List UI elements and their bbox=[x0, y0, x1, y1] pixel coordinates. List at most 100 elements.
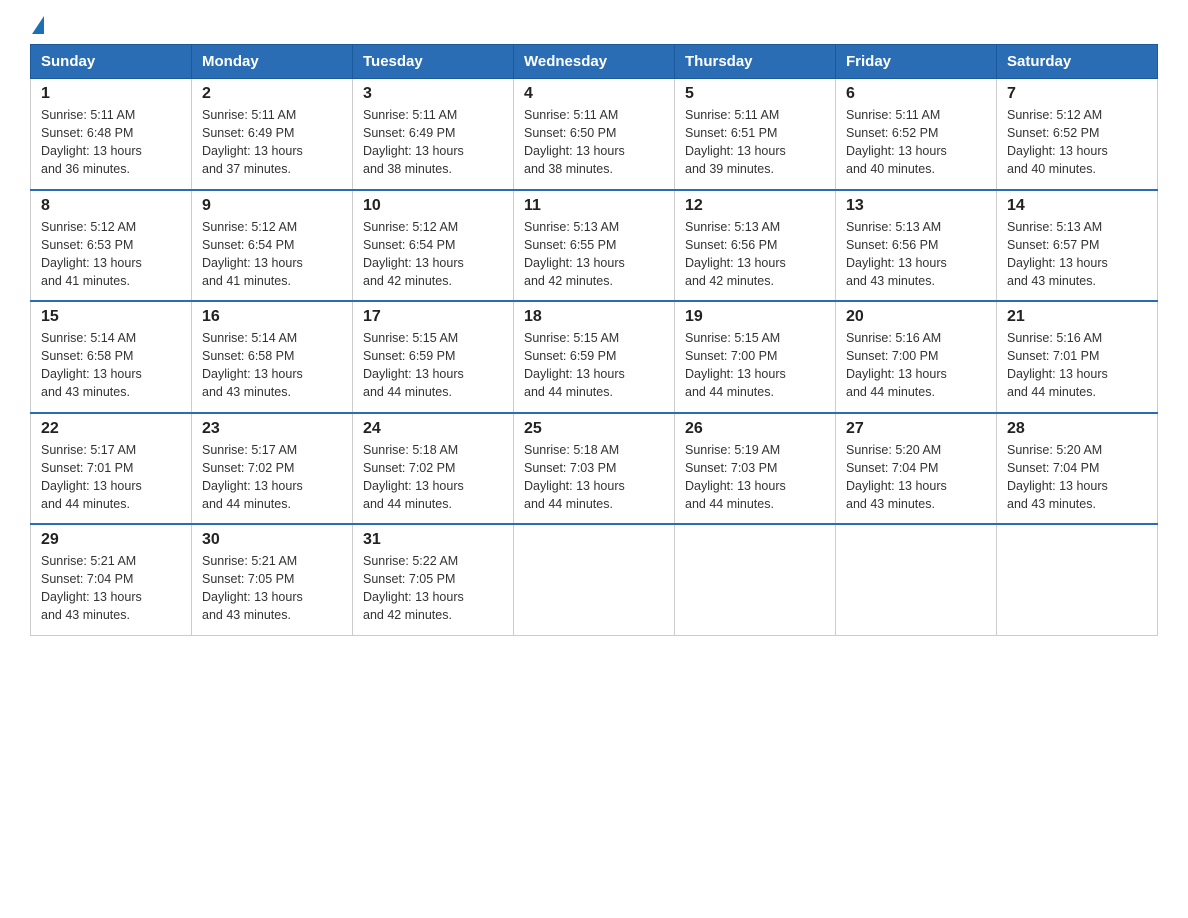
day-info: Sunrise: 5:13 AMSunset: 6:57 PMDaylight:… bbox=[1007, 218, 1147, 291]
calendar-cell: 29 Sunrise: 5:21 AMSunset: 7:04 PMDayligh… bbox=[31, 524, 192, 635]
day-number: 7 bbox=[1007, 85, 1147, 103]
calendar-cell: 2 Sunrise: 5:11 AMSunset: 6:49 PMDaylight… bbox=[192, 79, 353, 190]
weekday-header-sunday: Sunday bbox=[31, 45, 192, 79]
day-info: Sunrise: 5:21 AMSunset: 7:04 PMDaylight:… bbox=[41, 552, 181, 625]
day-number: 20 bbox=[846, 308, 986, 326]
calendar-cell: 26 Sunrise: 5:19 AMSunset: 7:03 PMDayligh… bbox=[675, 413, 836, 525]
day-number: 16 bbox=[202, 308, 342, 326]
day-info: Sunrise: 5:19 AMSunset: 7:03 PMDaylight:… bbox=[685, 441, 825, 514]
day-number: 24 bbox=[363, 420, 503, 438]
day-info: Sunrise: 5:11 AMSunset: 6:48 PMDaylight:… bbox=[41, 106, 181, 179]
calendar-cell: 22 Sunrise: 5:17 AMSunset: 7:01 PMDayligh… bbox=[31, 413, 192, 525]
day-number: 10 bbox=[363, 197, 503, 215]
day-number: 19 bbox=[685, 308, 825, 326]
day-number: 17 bbox=[363, 308, 503, 326]
page-header bbox=[30, 20, 1158, 34]
day-info: Sunrise: 5:17 AMSunset: 7:02 PMDaylight:… bbox=[202, 441, 342, 514]
day-info: Sunrise: 5:11 AMSunset: 6:49 PMDaylight:… bbox=[363, 106, 503, 179]
calendar-cell: 11 Sunrise: 5:13 AMSunset: 6:55 PMDayligh… bbox=[514, 190, 675, 302]
calendar-week-row: 29 Sunrise: 5:21 AMSunset: 7:04 PMDayligh… bbox=[31, 524, 1158, 635]
day-info: Sunrise: 5:15 AMSunset: 7:00 PMDaylight:… bbox=[685, 329, 825, 402]
calendar-cell: 31 Sunrise: 5:22 AMSunset: 7:05 PMDayligh… bbox=[353, 524, 514, 635]
weekday-header-friday: Friday bbox=[836, 45, 997, 79]
weekday-header-monday: Monday bbox=[192, 45, 353, 79]
calendar-cell bbox=[836, 524, 997, 635]
calendar-week-row: 1 Sunrise: 5:11 AMSunset: 6:48 PMDaylight… bbox=[31, 79, 1158, 190]
calendar-cell: 7 Sunrise: 5:12 AMSunset: 6:52 PMDaylight… bbox=[997, 79, 1158, 190]
day-number: 8 bbox=[41, 197, 181, 215]
day-number: 4 bbox=[524, 85, 664, 103]
day-info: Sunrise: 5:15 AMSunset: 6:59 PMDaylight:… bbox=[524, 329, 664, 402]
calendar-cell: 10 Sunrise: 5:12 AMSunset: 6:54 PMDayligh… bbox=[353, 190, 514, 302]
day-number: 25 bbox=[524, 420, 664, 438]
day-info: Sunrise: 5:11 AMSunset: 6:50 PMDaylight:… bbox=[524, 106, 664, 179]
day-number: 9 bbox=[202, 197, 342, 215]
weekday-header-wednesday: Wednesday bbox=[514, 45, 675, 79]
calendar-cell: 3 Sunrise: 5:11 AMSunset: 6:49 PMDaylight… bbox=[353, 79, 514, 190]
calendar-week-row: 22 Sunrise: 5:17 AMSunset: 7:01 PMDayligh… bbox=[31, 413, 1158, 525]
day-number: 21 bbox=[1007, 308, 1147, 326]
day-info: Sunrise: 5:17 AMSunset: 7:01 PMDaylight:… bbox=[41, 441, 181, 514]
calendar-cell: 25 Sunrise: 5:18 AMSunset: 7:03 PMDayligh… bbox=[514, 413, 675, 525]
calendar-cell bbox=[675, 524, 836, 635]
day-info: Sunrise: 5:18 AMSunset: 7:03 PMDaylight:… bbox=[524, 441, 664, 514]
day-info: Sunrise: 5:12 AMSunset: 6:54 PMDaylight:… bbox=[202, 218, 342, 291]
calendar-cell: 23 Sunrise: 5:17 AMSunset: 7:02 PMDayligh… bbox=[192, 413, 353, 525]
day-number: 2 bbox=[202, 85, 342, 103]
calendar-cell: 1 Sunrise: 5:11 AMSunset: 6:48 PMDaylight… bbox=[31, 79, 192, 190]
day-info: Sunrise: 5:13 AMSunset: 6:56 PMDaylight:… bbox=[685, 218, 825, 291]
calendar-cell bbox=[514, 524, 675, 635]
weekday-header-row: SundayMondayTuesdayWednesdayThursdayFrid… bbox=[31, 45, 1158, 79]
day-info: Sunrise: 5:14 AMSunset: 6:58 PMDaylight:… bbox=[202, 329, 342, 402]
day-number: 30 bbox=[202, 531, 342, 549]
day-info: Sunrise: 5:12 AMSunset: 6:52 PMDaylight:… bbox=[1007, 106, 1147, 179]
calendar-week-row: 8 Sunrise: 5:12 AMSunset: 6:53 PMDaylight… bbox=[31, 190, 1158, 302]
day-number: 31 bbox=[363, 531, 503, 549]
calendar-cell: 18Sunrise: 5:15 AMSunset: 6:59 PMDayligh… bbox=[514, 301, 675, 413]
day-number: 23 bbox=[202, 420, 342, 438]
calendar-week-row: 15 Sunrise: 5:14 AMSunset: 6:58 PMDayligh… bbox=[31, 301, 1158, 413]
day-info: Sunrise: 5:20 AMSunset: 7:04 PMDaylight:… bbox=[846, 441, 986, 514]
day-number: 14 bbox=[1007, 197, 1147, 215]
calendar-cell: 21Sunrise: 5:16 AMSunset: 7:01 PMDayligh… bbox=[997, 301, 1158, 413]
day-info: Sunrise: 5:13 AMSunset: 6:55 PMDaylight:… bbox=[524, 218, 664, 291]
day-info: Sunrise: 5:22 AMSunset: 7:05 PMDaylight:… bbox=[363, 552, 503, 625]
calendar-cell: 6Sunrise: 5:11 AMSunset: 6:52 PMDaylight… bbox=[836, 79, 997, 190]
calendar-cell: 28 Sunrise: 5:20 AMSunset: 7:04 PMDayligh… bbox=[997, 413, 1158, 525]
day-number: 22 bbox=[41, 420, 181, 438]
day-info: Sunrise: 5:12 AMSunset: 6:53 PMDaylight:… bbox=[41, 218, 181, 291]
weekday-header-saturday: Saturday bbox=[997, 45, 1158, 79]
calendar-cell: 27 Sunrise: 5:20 AMSunset: 7:04 PMDayligh… bbox=[836, 413, 997, 525]
calendar-cell: 15Sunrise: 5:14 AMSunset: 6:58 PMDayligh… bbox=[31, 301, 192, 413]
calendar-table: SundayMondayTuesdayWednesdayThursdayFrid… bbox=[30, 44, 1158, 636]
day-info: Sunrise: 5:15 AMSunset: 6:59 PMDaylight:… bbox=[363, 329, 503, 402]
calendar-cell: 4 Sunrise: 5:11 AMSunset: 6:50 PMDaylight… bbox=[514, 79, 675, 190]
calendar-cell bbox=[997, 524, 1158, 635]
calendar-cell: 12Sunrise: 5:13 AMSunset: 6:56 PMDayligh… bbox=[675, 190, 836, 302]
weekday-header-thursday: Thursday bbox=[675, 45, 836, 79]
day-number: 29 bbox=[41, 531, 181, 549]
day-number: 3 bbox=[363, 85, 503, 103]
day-number: 13 bbox=[846, 197, 986, 215]
calendar-cell: 13 Sunrise: 5:13 AMSunset: 6:56 PMDayligh… bbox=[836, 190, 997, 302]
day-info: Sunrise: 5:18 AMSunset: 7:02 PMDaylight:… bbox=[363, 441, 503, 514]
day-number: 15 bbox=[41, 308, 181, 326]
calendar-cell: 8 Sunrise: 5:12 AMSunset: 6:53 PMDaylight… bbox=[31, 190, 192, 302]
calendar-cell: 24 Sunrise: 5:18 AMSunset: 7:02 PMDayligh… bbox=[353, 413, 514, 525]
day-info: Sunrise: 5:13 AMSunset: 6:56 PMDaylight:… bbox=[846, 218, 986, 291]
calendar-cell: 14 Sunrise: 5:13 AMSunset: 6:57 PMDayligh… bbox=[997, 190, 1158, 302]
day-number: 28 bbox=[1007, 420, 1147, 438]
logo bbox=[30, 20, 44, 34]
day-number: 6 bbox=[846, 85, 986, 103]
weekday-header-tuesday: Tuesday bbox=[353, 45, 514, 79]
day-info: Sunrise: 5:20 AMSunset: 7:04 PMDaylight:… bbox=[1007, 441, 1147, 514]
day-info: Sunrise: 5:12 AMSunset: 6:54 PMDaylight:… bbox=[363, 218, 503, 291]
day-number: 1 bbox=[41, 85, 181, 103]
day-number: 27 bbox=[846, 420, 986, 438]
day-number: 26 bbox=[685, 420, 825, 438]
calendar-cell: 30Sunrise: 5:21 AMSunset: 7:05 PMDayligh… bbox=[192, 524, 353, 635]
day-number: 11 bbox=[524, 197, 664, 215]
day-info: Sunrise: 5:11 AMSunset: 6:49 PMDaylight:… bbox=[202, 106, 342, 179]
logo-triangle-icon bbox=[32, 16, 44, 34]
calendar-cell: 16 Sunrise: 5:14 AMSunset: 6:58 PMDayligh… bbox=[192, 301, 353, 413]
